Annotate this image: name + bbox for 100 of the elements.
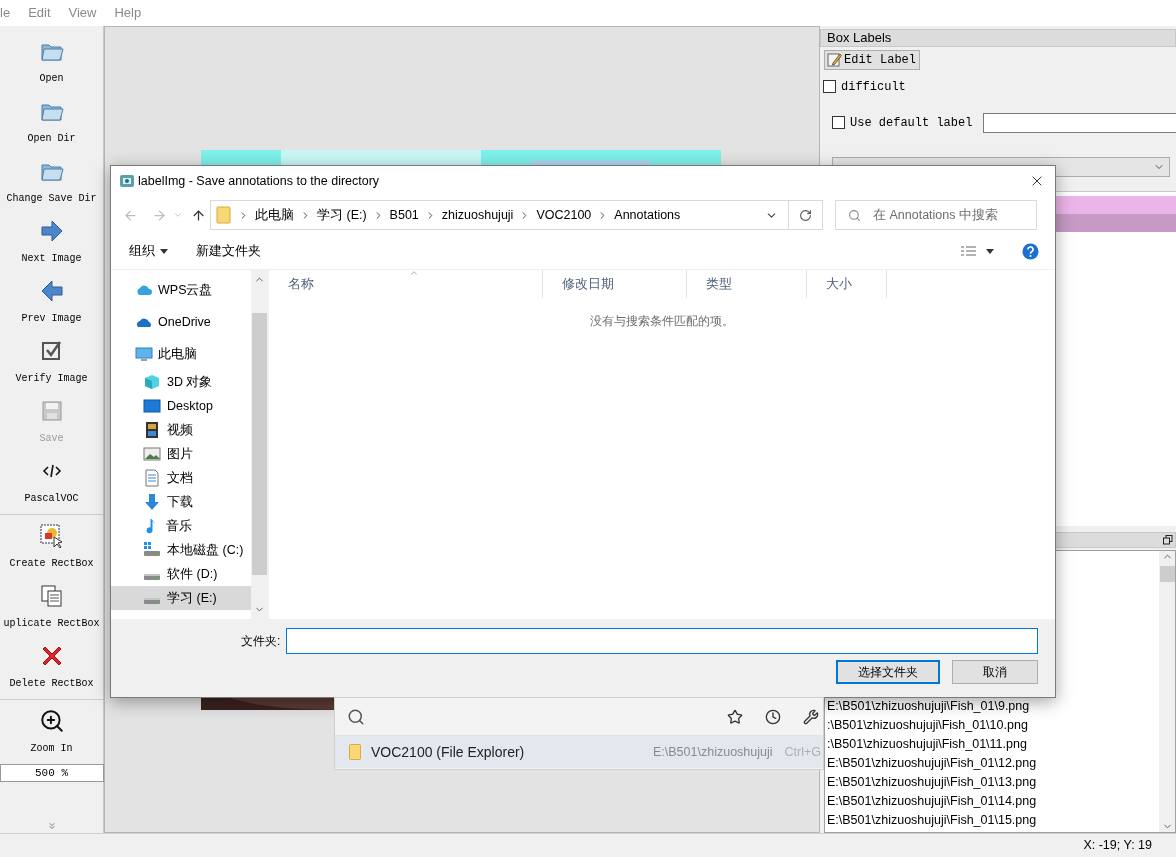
edit-label-button[interactable]: Edit Label [824,49,920,70]
nav-item[interactable]: 本地磁盘 (C:) [111,538,251,562]
drive-icon [143,597,161,605]
result-path: E:\B501\zhizuoshujuji [653,743,773,761]
folder-icon [349,744,361,760]
nav-item[interactable]: 图片 [111,442,251,466]
toolbar-button[interactable]: PascalVOC [0,452,104,512]
cursor-coordinates: X: -19; Y: 19 [1083,837,1152,855]
cube-icon [143,373,161,391]
download-arrow-icon [143,493,161,511]
scrollbar-thumb[interactable] [252,313,267,575]
breadcrumb[interactable]: B501 [389,205,419,225]
breadcrumb[interactable]: zhizuoshujuji [441,205,514,225]
drive-icon [143,573,161,581]
file-list-item[interactable]: E:\B501\zhizuoshujuji\Fish_01\14.png [827,792,1159,811]
toolbar-button[interactable]: Open [0,32,104,92]
dock-title: Box Labels [827,31,892,45]
search-icon [848,208,861,222]
toolbar-button[interactable]: Next Image [0,212,104,272]
toolbar-button[interactable]: uplicate RectBox [0,577,104,637]
nav-item[interactable]: 学习 (E:) [111,586,251,610]
zoom-field[interactable]: 500 % [0,764,104,782]
arrow-right-icon [38,218,65,244]
address-bar[interactable]: 此电脑 学习 (E:) B501 zhizuoshujuji VOC2100 Annotations [210,200,823,230]
file-list-item[interactable]: E:\B501\zhizuoshujuji\Fish_01\15.png [827,811,1159,830]
search-placeholder: 在 Annotations 中搜索 [873,206,998,224]
clock-icon[interactable] [765,708,781,725]
zoom-in-icon [38,708,65,734]
toolbar-button[interactable]: Change Save Dir [0,152,104,212]
folder-icon [216,206,232,224]
breadcrumb[interactable]: Annotations [614,205,681,225]
picture-icon [143,445,161,463]
scrollbar[interactable] [251,270,268,619]
nav-item[interactable]: 音乐 [111,514,251,538]
toolbar-button[interactable]: Open Dir [0,92,104,152]
nav-item[interactable]: OneDrive [111,306,251,338]
document-icon [143,469,161,487]
column-header[interactable]: 修改日期 [543,270,687,298]
search-field[interactable]: 在 Annotations 中搜索 [835,200,1037,230]
dialog-button[interactable]: 取消 [952,660,1038,684]
toolbar-button[interactable]: Verify Image [0,332,104,392]
scrollbar-thumb[interactable] [1159,566,1175,583]
checkbox-label: Use default label [850,114,973,132]
default-label-field[interactable] [983,112,1176,133]
organize-menu[interactable]: 组织 [129,242,168,261]
drive-icon [143,541,161,559]
column-header[interactable]: 类型 [687,270,807,298]
checkbox[interactable] [832,116,845,130]
column-header[interactable]: 名称 [269,270,543,298]
computer-icon [135,345,153,363]
toolbar-button[interactable]: Prev Image [0,272,104,332]
caret-icon [160,249,168,254]
file-list-item[interactable]: E:\B501\zhizuoshujuji\Fish_01\9.png [827,697,1159,716]
nav-item[interactable]: 3D 对象 [111,370,251,394]
copy-icon [38,583,65,609]
caret-icon[interactable] [986,249,994,254]
search-result[interactable]: VOC2100 (File Explorer) E:\B501\zhizuoshujuji Ctrl+G [335,736,823,768]
rectangle-cursor-icon [38,523,65,549]
checkbox-icon [39,339,64,363]
checkbox[interactable] [823,80,836,94]
nav-item[interactable]: Desktop [111,394,251,418]
up-icon[interactable] [191,207,206,223]
star-icon[interactable] [727,708,743,725]
desktop-icon [143,397,161,415]
wrench-icon[interactable] [803,708,819,725]
file-list-item[interactable]: E:\B501\zhizuoshujuji\Fish_01\12.png [827,754,1159,773]
app-icon [119,173,135,189]
dialog-title: labelImg - Save annotations to the directory [138,172,380,190]
nav-item[interactable]: WPS云盘 [111,274,251,306]
toolbar-button[interactable]: Delete RectBox [0,637,104,697]
file-list-item[interactable]: E:\B501\zhizuoshujuji\Fish_01\13.png [827,773,1159,792]
nav-item[interactable]: 文档 [111,466,251,490]
nav-item[interactable]: 视频 [111,418,251,442]
field-label: 文件夹: [241,633,282,650]
toolbar-button[interactable]: Zoom In [0,702,104,762]
scrollbar[interactable] [1159,551,1175,832]
new-folder-button[interactable]: 新建文件夹 [196,242,261,261]
result-title: VOC2100 (File Explorer) [371,742,525,762]
breadcrumb[interactable]: 此电脑 [255,205,294,225]
folder-field[interactable] [286,628,1038,654]
column-header[interactable]: 大小 [807,270,887,298]
checkbox-label: difficult [841,78,906,96]
dialog-button[interactable]: 选择文件夹 [836,660,940,684]
file-list-item[interactable]: :\B501\zhizuoshujuji\Fish_01\11.png [827,735,1159,754]
breadcrumb[interactable]: VOC2100 [536,205,592,225]
nav-item[interactable]: 下载 [111,490,251,514]
nav-item[interactable]: 此电脑 [111,338,251,370]
help-icon[interactable] [1022,243,1039,260]
empty-message: 没有与搜索条件匹配的项。 [590,313,734,330]
breadcrumb[interactable]: 学习 (E:) [317,205,367,225]
toolbar-button[interactable]: Create RectBox [0,517,104,577]
search-icon [347,707,365,726]
music-note-icon [146,518,157,534]
nav-item[interactable]: 软件 (D:) [111,562,251,586]
restore-icon[interactable] [1163,535,1173,546]
film-icon [143,421,161,439]
result-shortcut: Ctrl+G [784,743,821,761]
file-list-item[interactable]: :\B501\zhizuoshujuji\Fish_01\10.png [827,716,1159,735]
refresh-icon[interactable] [799,208,812,222]
menu-item[interactable]: View [68,3,97,23]
